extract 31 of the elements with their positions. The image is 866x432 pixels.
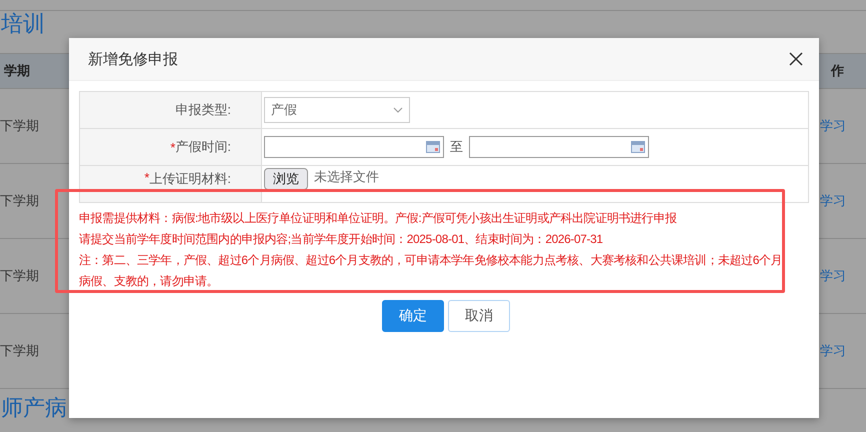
calendar-icon[interactable]	[631, 141, 645, 153]
notice-text: 请提交当前学年度时间范围内的申报内容;当前学年度开始时间：2025-08-01、结束时间为：2026-07-31	[79, 231, 604, 248]
form-label: *产假时间:	[80, 129, 262, 165]
form-label: *上传证明材料:	[80, 166, 262, 202]
table-link[interactable]: 学习	[820, 117, 846, 135]
table-link[interactable]: 学习	[820, 342, 846, 360]
end-date-field[interactable]	[469, 136, 649, 158]
chevron-down-icon	[393, 107, 403, 113]
table-cell: 下学期	[0, 192, 39, 210]
calendar-icon[interactable]	[426, 141, 440, 153]
browse-button[interactable]: 浏览	[264, 168, 308, 190]
file-status: 未选择文件	[314, 168, 379, 186]
table-cell: 下学期	[0, 267, 39, 285]
start-date-field[interactable]	[264, 136, 444, 158]
table-link[interactable]: 学习	[820, 192, 846, 210]
confirm-button[interactable]: 确定	[382, 300, 444, 332]
type-select[interactable]: 产假	[264, 97, 410, 123]
column-header: 学期	[4, 62, 30, 80]
dialog-title: 新增免修申报	[88, 50, 178, 68]
page-heading: 培训	[0, 11, 46, 38]
table-cell: 下学期	[0, 342, 39, 360]
section-heading: 师产病	[0, 394, 68, 422]
table-cell: 下学期	[0, 117, 39, 135]
notice-text: 注：第二、三学年，产假、超过6个月病假、超过6个月支教的，可申请本学年免修校本能力点考核、大赛考核和公共课培训；未超过6个月病假、支教的，请勿申请。	[79, 252, 784, 290]
table-link[interactable]: 学习	[820, 267, 846, 285]
cancel-button[interactable]: 取消	[448, 300, 510, 332]
range-separator: 至	[450, 138, 463, 156]
close-icon[interactable]	[789, 52, 803, 66]
notice-text: 申报需提供材料：病假:地市级以上医疗单位证明和单位证明。产假:产假可凭小孩出生证明或产科出院证明书进行申报	[79, 210, 678, 227]
column-header: 作	[831, 62, 844, 80]
form-label: 申报类型:	[80, 92, 262, 128]
